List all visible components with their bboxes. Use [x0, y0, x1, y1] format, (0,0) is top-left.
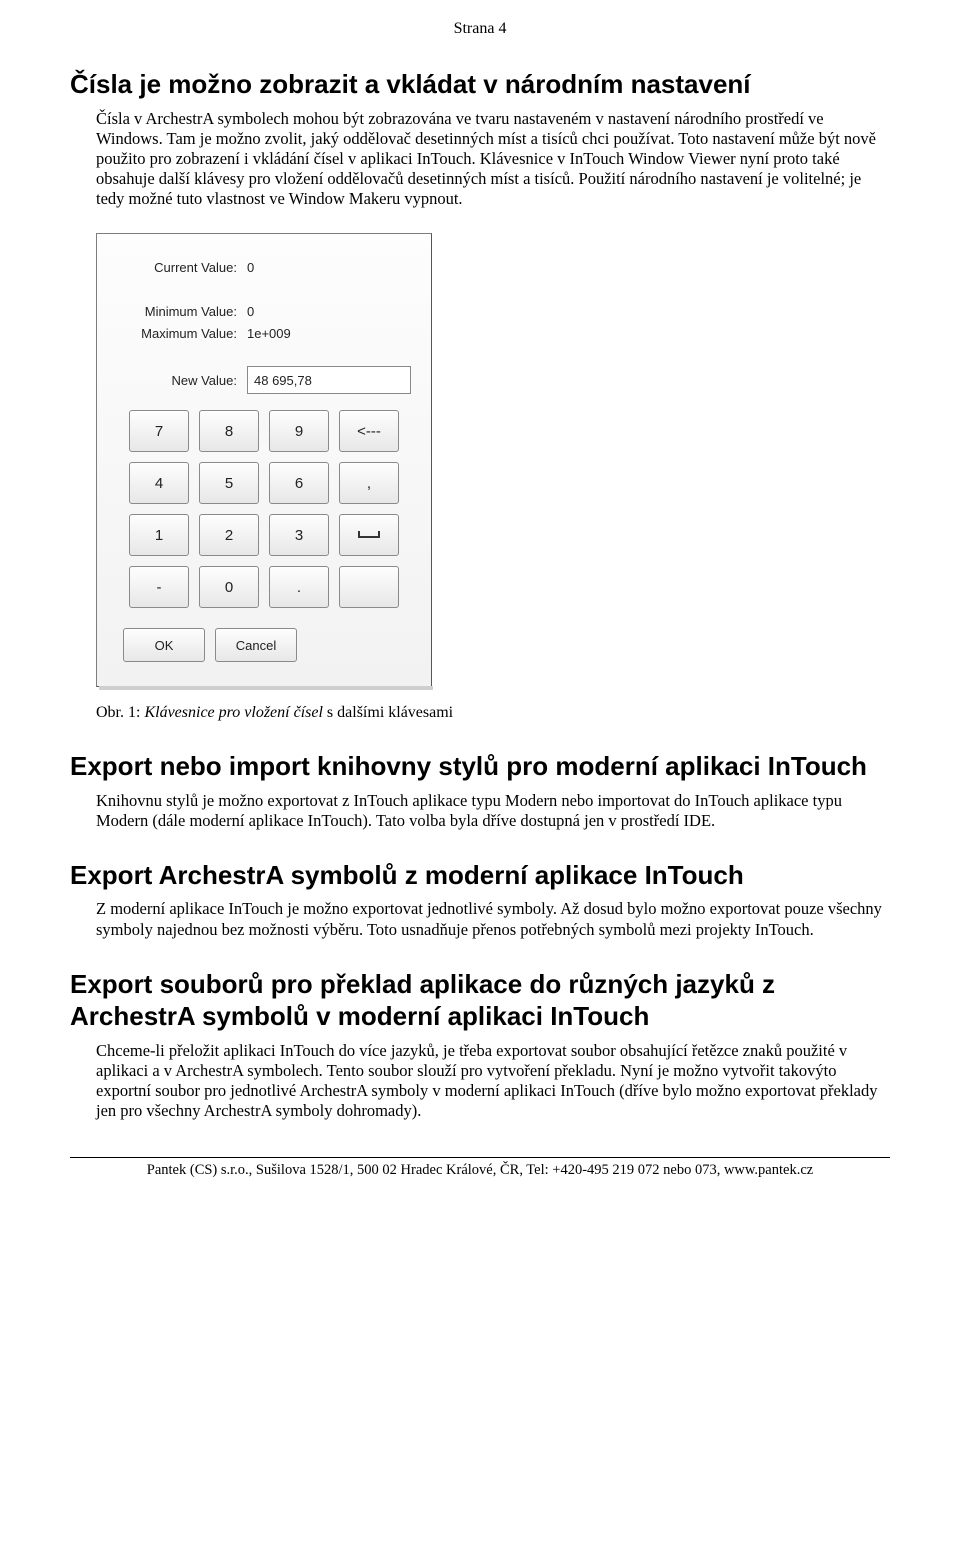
key-3[interactable]: 3 — [269, 514, 329, 556]
key-grid: 7 8 9 <--- 4 5 6 , 1 2 3 - 0 . — [97, 404, 431, 616]
heading-numbers-national: Čísla je možno zobrazit a vkládat v náro… — [70, 68, 890, 101]
value-min: 0 — [247, 304, 411, 319]
key-8[interactable]: 8 — [199, 410, 259, 452]
key-5[interactable]: 5 — [199, 462, 259, 504]
key-blank[interactable] — [339, 566, 399, 608]
caption-prefix: Obr. 1: — [96, 704, 144, 721]
label-new-value: New Value: — [117, 373, 247, 388]
caption-italic: Klávesnice pro vložení čísel — [144, 704, 322, 721]
body-numbers-national: Čísla v ArchestrA symbolech mohou být zo… — [70, 109, 890, 210]
key-1[interactable]: 1 — [129, 514, 189, 556]
key-backspace[interactable]: <--- — [339, 410, 399, 452]
key-2[interactable]: 2 — [199, 514, 259, 556]
document-page: Strana 4 Čísla je možno zobrazit a vklád… — [0, 0, 960, 1193]
value-current: 0 — [247, 260, 411, 275]
key-space[interactable] — [339, 514, 399, 556]
key-minus[interactable]: - — [129, 566, 189, 608]
heading-export-symbols: Export ArchestrA symbolů z moderní aplik… — [70, 859, 890, 892]
body-export-symbols: Z moderní aplikace InTouch je možno expo… — [70, 899, 890, 939]
key-9[interactable]: 9 — [269, 410, 329, 452]
panel-shadow — [99, 686, 433, 690]
figure-caption: Obr. 1: Klávesnice pro vložení čísel s d… — [96, 704, 890, 722]
key-6[interactable]: 6 — [269, 462, 329, 504]
key-4[interactable]: 4 — [129, 462, 189, 504]
label-maximum-value: Maximum Value: — [117, 326, 247, 341]
keypad-bottom-buttons: OK Cancel — [97, 616, 431, 686]
keypad-figure: Current Value: 0 Minimum Value: 0 Maximu… — [96, 233, 433, 690]
label-current-value: Current Value: — [117, 260, 247, 275]
keypad-panel: Current Value: 0 Minimum Value: 0 Maximu… — [96, 233, 432, 687]
key-dot[interactable]: . — [269, 566, 329, 608]
body-export-import-styles: Knihovnu stylů je možno exportovat z InT… — [70, 791, 890, 831]
key-0[interactable]: 0 — [199, 566, 259, 608]
cancel-button[interactable]: Cancel — [215, 628, 297, 662]
caption-suffix: s dalšími klávesami — [323, 704, 453, 721]
keypad-info: Current Value: 0 Minimum Value: 0 Maximu… — [97, 252, 431, 404]
ok-button[interactable]: OK — [123, 628, 205, 662]
label-minimum-value: Minimum Value: — [117, 304, 247, 319]
heading-export-import-styles: Export nebo import knihovny stylů pro mo… — [70, 750, 890, 783]
page-number: Strana 4 — [70, 20, 890, 38]
key-7[interactable]: 7 — [129, 410, 189, 452]
value-max: 1e+009 — [247, 326, 411, 341]
input-new-value[interactable]: 48 695,78 — [247, 366, 411, 394]
body-export-translation: Chceme-li přeložit aplikaci InTouch do v… — [70, 1041, 890, 1122]
footer-rule — [70, 1157, 890, 1158]
space-icon — [357, 529, 381, 541]
page-footer: Pantek (CS) s.r.o., Sušilova 1528/1, 500… — [70, 1162, 890, 1183]
heading-export-translation: Export souborů pro překlad aplikace do r… — [70, 968, 890, 1033]
key-comma[interactable]: , — [339, 462, 399, 504]
